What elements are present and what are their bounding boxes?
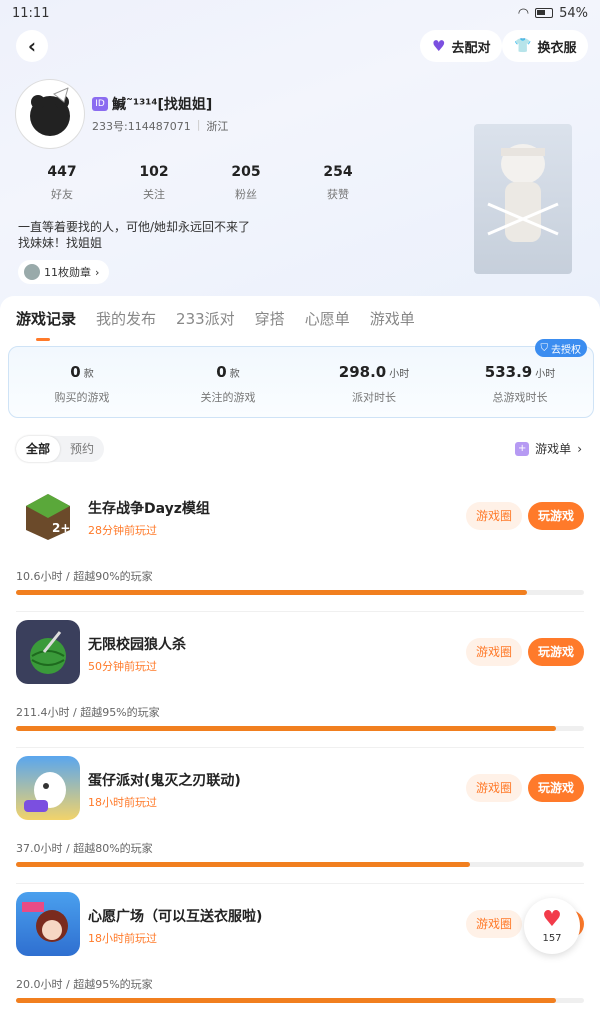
- wifi-icon: ◠: [517, 5, 530, 21]
- game-row[interactable]: 蛋仔派对(鬼灭之刃联动) 18小时前玩过 游戏圈 玩游戏 37.0小时 / 超越…: [0, 756, 600, 892]
- stat-friends[interactable]: 447 好友: [16, 164, 108, 202]
- region: 浙江: [206, 120, 229, 133]
- heart-icon: ♥: [542, 906, 562, 932]
- stat-likes[interactable]: 254 获赞: [292, 164, 384, 202]
- game-icon: [16, 756, 80, 820]
- stat-following[interactable]: 102 关注: [108, 164, 200, 202]
- playtime-stat: 211.4小时 / 超越95%的玩家: [16, 706, 160, 719]
- match-button[interactable]: ♥ 去配对: [420, 30, 503, 62]
- back-icon: ‹: [27, 34, 37, 58]
- tab-game-lists[interactable]: 游戏单: [370, 308, 415, 329]
- divider: [16, 747, 584, 748]
- tab-party[interactable]: 233派对: [176, 308, 235, 329]
- character-figure: [487, 144, 559, 242]
- authorize-button[interactable]: ⛉ 去授权: [534, 339, 587, 357]
- game-circle-button[interactable]: 游戏圈: [465, 910, 522, 938]
- medal-button[interactable]: 11枚勋章 ›: [18, 260, 110, 284]
- filter-all[interactable]: 全部: [16, 436, 61, 462]
- change-outfit-button[interactable]: 👕 换衣服: [502, 30, 589, 62]
- game-circle-button[interactable]: 游戏圈: [465, 638, 522, 666]
- summary-followed: 0款 关注的游戏: [200, 363, 256, 404]
- like-button[interactable]: ♥ 157: [524, 898, 580, 954]
- content-panel: 游戏记录 我的发布 233派对 穿搭 心愿单 游戏单 ⛉ 去授权 0款 购买的游…: [0, 296, 600, 1003]
- game-row[interactable]: 心愿广场（可以互送衣服啦) 18小时前玩过 游戏圈 玩游戏 20.0小时 / 超…: [0, 892, 600, 1028]
- playtime-progress: [16, 998, 584, 1003]
- heart-pair-icon: ♥: [432, 37, 446, 55]
- playtime-stat: 10.6小时 / 超越90%的玩家: [16, 570, 153, 583]
- play-game-button[interactable]: 玩游戏: [527, 774, 584, 802]
- playtime-stat: 20.0小时 / 超越95%的玩家: [16, 978, 153, 991]
- game-summary-card: ⛉ 去授权 0款 购买的游戏 0款 关注的游戏 298.0 小时 派对时长 533…: [8, 339, 594, 418]
- game-icon: 2+: [16, 484, 80, 548]
- account-number[interactable]: 233号:114487071: [92, 118, 191, 134]
- avatar-image: [30, 87, 70, 136]
- summary-party-hours: 298.0 小时 派对时长: [338, 363, 410, 404]
- last-played: 28分钟前玩过: [88, 524, 157, 537]
- play-game-button[interactable]: 玩游戏: [527, 638, 584, 666]
- last-played: 18小时前玩过: [88, 796, 157, 809]
- medal-icon: [24, 264, 40, 280]
- id-badge-icon: ID: [92, 97, 108, 111]
- stat-fans[interactable]: 205 粉丝: [200, 164, 292, 202]
- svg-text:2+: 2+: [52, 521, 70, 535]
- game-icon: [16, 620, 80, 684]
- profile-stats: 447 好友 102 关注 205 粉丝 254 获赞: [16, 164, 384, 202]
- last-played: 18小时前玩过: [88, 932, 157, 945]
- shirt-icon: 👕: [514, 38, 532, 54]
- summary-total-hours: 533.9 小时 总游戏时长: [484, 363, 556, 404]
- last-played: 50分钟前玩过: [88, 660, 157, 673]
- status-time: 11:11: [12, 5, 50, 21]
- back-button[interactable]: ‹: [16, 30, 48, 62]
- game-title: 生存战争Dayz模组: [88, 501, 210, 517]
- avatar[interactable]: [16, 80, 84, 148]
- divider: [16, 611, 584, 612]
- playtime-progress: [16, 862, 584, 867]
- shield-icon: ⛉: [540, 342, 549, 354]
- game-title: 无限校园狼人杀: [88, 637, 186, 653]
- character-avatar-image[interactable]: [474, 124, 572, 274]
- top-nav: ‹ ♥ 去配对 👕 换衣服: [0, 30, 600, 64]
- gamelist-link[interactable]: + 游戏单 ›: [515, 440, 582, 457]
- tab-my-posts[interactable]: 我的发布: [96, 308, 156, 329]
- record-filter: 全部 预约: [16, 436, 105, 462]
- tab-wishlist[interactable]: 心愿单: [305, 308, 350, 329]
- profile-tabs: 游戏记录 我的发布 233派对 穿搭 心愿单 游戏单: [16, 308, 415, 341]
- battery-icon: [535, 8, 554, 18]
- chevron-right-icon: ›: [95, 265, 100, 279]
- game-row[interactable]: 无限校园狼人杀 50分钟前玩过 游戏圈 玩游戏 211.4小时 / 超越95%的…: [0, 620, 600, 756]
- game-circle-button[interactable]: 游戏圈: [465, 774, 522, 802]
- game-circle-button[interactable]: 游戏圈: [465, 502, 522, 530]
- user-name: 鰔˜¹³¹⁴[找姐姐]: [112, 97, 213, 113]
- like-count: 157: [542, 932, 562, 944]
- summary-purchased: 0款 购买的游戏: [54, 363, 110, 404]
- status-bar: 11:11 ◠ 54%: [0, 0, 600, 26]
- tab-outfits[interactable]: 穿搭: [255, 308, 285, 329]
- user-meta: 233号:114487071 | 浙江: [92, 118, 229, 134]
- user-bio: 一直等着要找的人，可他/她却永远回不来了 找妹妹！找姐姐: [18, 220, 251, 250]
- battery-level: 54%: [559, 5, 588, 21]
- playtime-progress: [16, 590, 584, 595]
- game-title: 心愿广场（可以互送衣服啦): [88, 909, 263, 925]
- game-row[interactable]: 2+ 生存战争Dayz模组 28分钟前玩过 游戏圈 玩游戏 10.6小时 / 超…: [0, 484, 600, 620]
- gamelist-icon: +: [515, 441, 530, 456]
- filter-reserve[interactable]: 预约: [60, 436, 104, 462]
- game-icon: [16, 892, 80, 956]
- chevron-right-icon: ›: [577, 441, 582, 456]
- tab-game-records[interactable]: 游戏记录: [16, 308, 76, 341]
- playtime-progress: [16, 726, 584, 731]
- divider: [16, 883, 584, 884]
- playtime-stat: 37.0小时 / 超越80%的玩家: [16, 842, 153, 855]
- user-name-row: ID 鰔˜¹³¹⁴[找姐姐]: [92, 94, 212, 114]
- play-game-button[interactable]: 玩游戏: [527, 502, 584, 530]
- game-title: 蛋仔派对(鬼灭之刃联动): [88, 773, 241, 789]
